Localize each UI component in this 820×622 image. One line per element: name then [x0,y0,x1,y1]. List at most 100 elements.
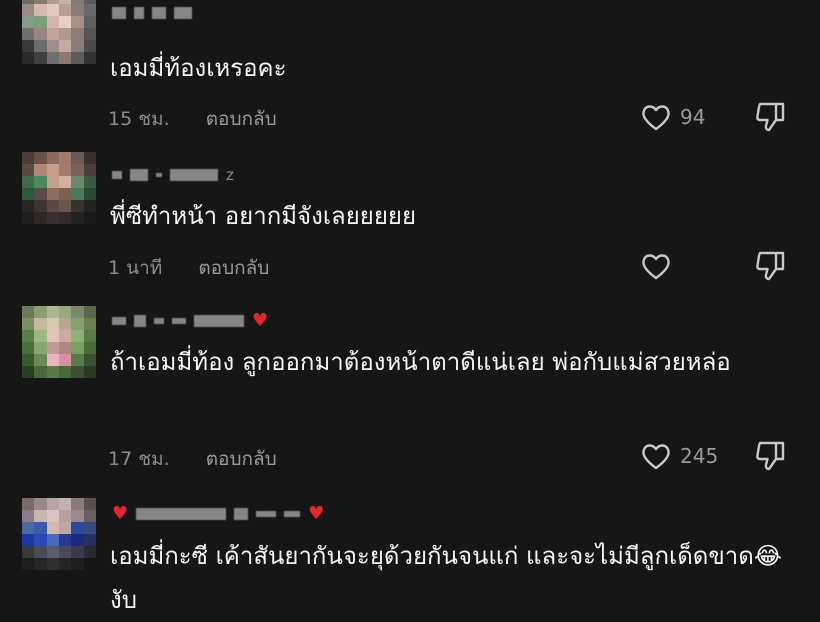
avatar-pixel [22,152,35,164]
avatar-pixel [46,28,59,40]
avatar-pixel [71,16,84,28]
avatar-pixel [71,318,84,330]
avatar-pixel [22,510,35,522]
avatar-pixel [46,330,59,342]
avatar-pixel [22,40,35,52]
avatar-pixel [22,498,35,510]
avatar-pixel [83,546,96,558]
avatar-pixel [83,510,96,522]
reply-button[interactable]: ตอบกลับ [206,444,277,474]
avatar-pixel [83,366,96,378]
avatar-pixel [83,152,96,164]
avatar-pixel [71,366,84,378]
avatar-pixel [71,522,84,534]
like-button[interactable]: 94 [640,102,705,132]
avatar-pixel [46,306,59,318]
avatar-pixel [83,498,96,510]
dislike-button[interactable] [754,100,788,134]
avatar-pixel [71,212,84,224]
avatar-pixel [71,498,84,510]
thumbs-down-icon [754,100,788,134]
username-redacted[interactable]: ♥ ♥ [112,503,324,525]
avatar-pixel [34,510,47,522]
avatar-pixel [22,522,35,534]
comment-time: 1 นาที [108,257,163,279]
username-redacted[interactable]: ♥ [112,310,268,332]
avatar-pixel [46,558,59,570]
avatar-pixel [34,52,47,64]
avatar-pixel [46,200,59,212]
avatar-pixel [46,510,59,522]
avatar-pixel [71,534,84,546]
avatar-pixel [83,28,96,40]
avatar-pixel [22,306,35,318]
avatar-pixel [22,52,35,64]
avatar-pixel [83,212,96,224]
avatar-pixel [58,342,72,354]
avatar-pixel [46,40,59,52]
like-button[interactable]: 245 [640,441,718,471]
avatar-pixel [22,558,35,570]
avatar-pixel [22,200,35,212]
heart-emoji-icon: ♥ [112,503,129,524]
avatar-pixel [58,16,72,28]
avatar-pixel [46,164,59,176]
avatar-pixel [46,366,59,378]
heart-icon [640,441,672,471]
avatar-pixel [46,318,59,330]
avatar-pixel [34,522,47,534]
avatar-pixel [71,558,84,570]
dislike-button[interactable] [754,439,788,473]
heart-icon [640,251,672,281]
avatar-pixel [34,164,47,176]
avatar-pixel [71,330,84,342]
username-redacted[interactable] [112,2,192,24]
avatar-pixel [71,40,84,52]
avatar-pixel [83,40,96,52]
avatar-pixel [58,354,72,366]
avatar-pixel [22,342,35,354]
reply-button[interactable]: ตอบกลับ [198,253,269,283]
avatar-pixel [34,366,47,378]
avatar-pixel [58,318,72,330]
avatar-pixel [71,176,84,188]
like-button[interactable] [640,251,680,281]
avatar-pixel [22,188,35,200]
avatar-pixel [34,534,47,546]
avatar[interactable] [22,498,96,570]
avatar-pixel [34,318,47,330]
avatar-pixel [83,318,96,330]
avatar-pixel [83,354,96,366]
avatar-pixel [71,4,84,16]
avatar[interactable] [22,0,96,64]
comment-text: เอมมี่ท้องเหรอคะ [110,54,287,82]
dislike-button[interactable] [754,249,788,283]
avatar-pixel [83,522,96,534]
avatar-pixel [71,200,84,212]
avatar-pixel [83,534,96,546]
reply-button[interactable]: ตอบกลับ [206,104,277,134]
avatar-pixel [58,40,72,52]
avatar-pixel [71,152,84,164]
avatar-pixel [34,188,47,200]
avatar-pixel [71,354,84,366]
avatar-pixel [22,354,35,366]
like-count: 245 [680,444,719,468]
avatar-pixel [46,354,59,366]
avatar-pixel [34,558,47,570]
avatar-pixel [58,200,72,212]
avatar-pixel [34,152,47,164]
avatar-pixel [34,40,47,52]
avatar-pixel [83,330,96,342]
avatar-pixel [34,498,47,510]
avatar[interactable] [22,152,96,224]
avatar-pixel [71,342,84,354]
avatar[interactable] [22,306,96,378]
avatar-pixel [58,176,72,188]
avatar-pixel [58,188,72,200]
avatar-pixel [83,176,96,188]
username-redacted[interactable]: z [112,164,234,186]
heart-emoji-icon: ♥ [252,310,269,331]
avatar-pixel [46,16,59,28]
avatar-pixel [71,546,84,558]
